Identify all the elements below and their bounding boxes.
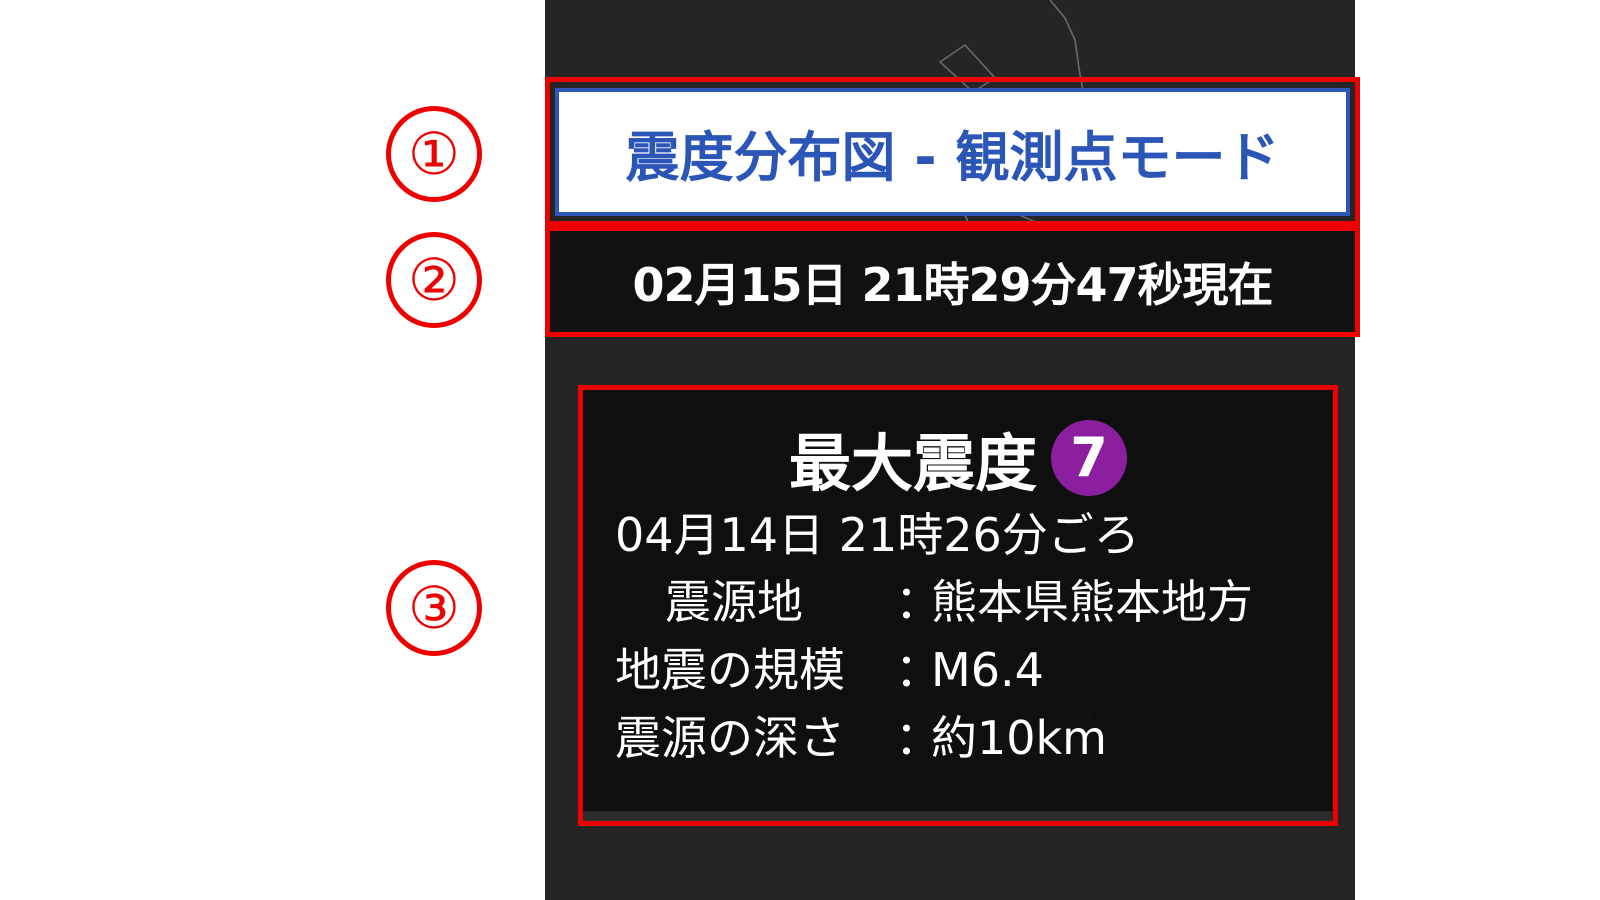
annotation-frame-timestamp [545, 226, 1360, 337]
callout-3: ③ [386, 560, 482, 656]
annotation-frame-info [578, 385, 1338, 826]
callout-2: ② [386, 232, 482, 328]
callout-1: ① [386, 106, 482, 202]
annotation-frame-title [545, 77, 1360, 226]
